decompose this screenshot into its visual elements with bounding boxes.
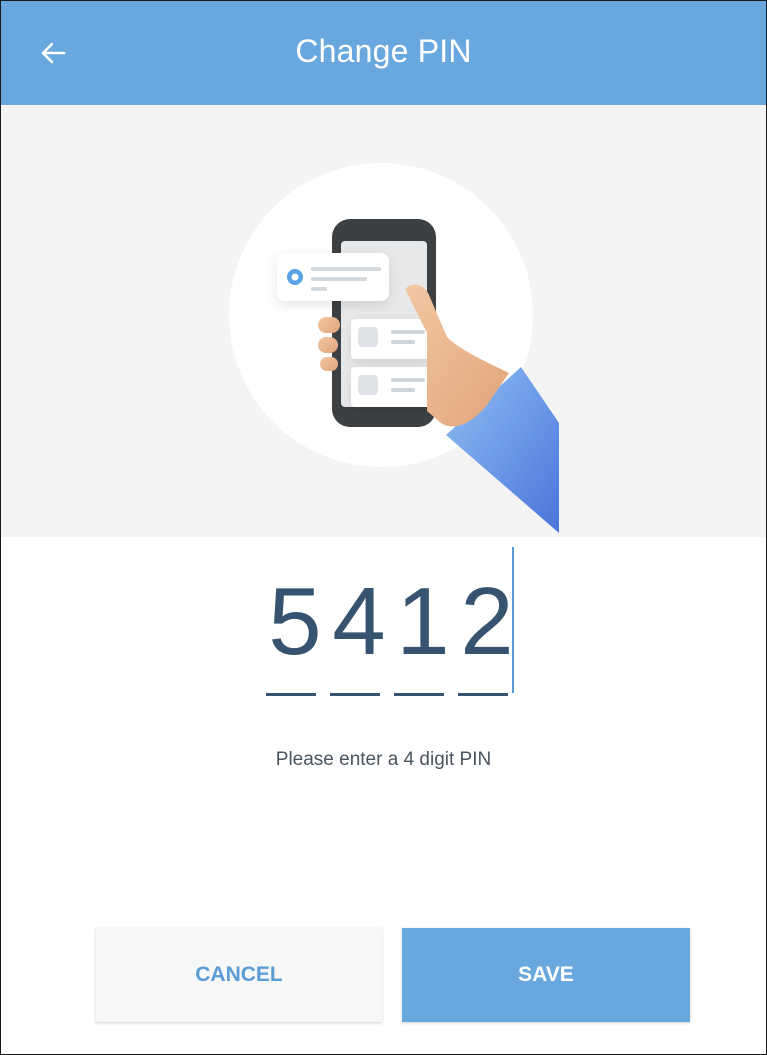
- cancel-button-label: CANCEL: [195, 963, 283, 986]
- app-bar: Change PIN: [1, 1, 766, 105]
- pin-digit: 1: [396, 568, 450, 675]
- pin-digit: 2: [460, 568, 514, 675]
- pin-hint: Please enter a 4 digit PIN: [275, 749, 492, 770]
- pin-slot-underline: [266, 693, 316, 696]
- cancel-button[interactable]: CANCEL: [96, 928, 382, 1022]
- phone-list-card: [351, 367, 431, 407]
- pin-digit: 4: [332, 568, 386, 675]
- fingers: [318, 317, 340, 371]
- hand-holding-phone-illustration: [1, 105, 766, 537]
- pin-digits: 5 4 1 2: [263, 567, 519, 677]
- notification-card: [277, 253, 389, 301]
- save-button-label: SAVE: [518, 963, 574, 986]
- pin-slot-underline: [458, 693, 508, 696]
- pin-input[interactable]: 5 4 1 2: [1, 537, 766, 737]
- pin-slot-underline: [330, 693, 380, 696]
- phone-list-card: [351, 319, 431, 359]
- pin-digit: 5: [268, 568, 322, 675]
- pin-slot-underline: [394, 693, 444, 696]
- change-pin-screen: Change PIN 5 4 1 2 Please enter a 4 digi…: [0, 0, 767, 1055]
- text-cursor: [512, 547, 514, 693]
- page-title: Change PIN: [295, 33, 472, 69]
- pin-underlines: [266, 693, 508, 696]
- save-button[interactable]: SAVE: [402, 928, 690, 1022]
